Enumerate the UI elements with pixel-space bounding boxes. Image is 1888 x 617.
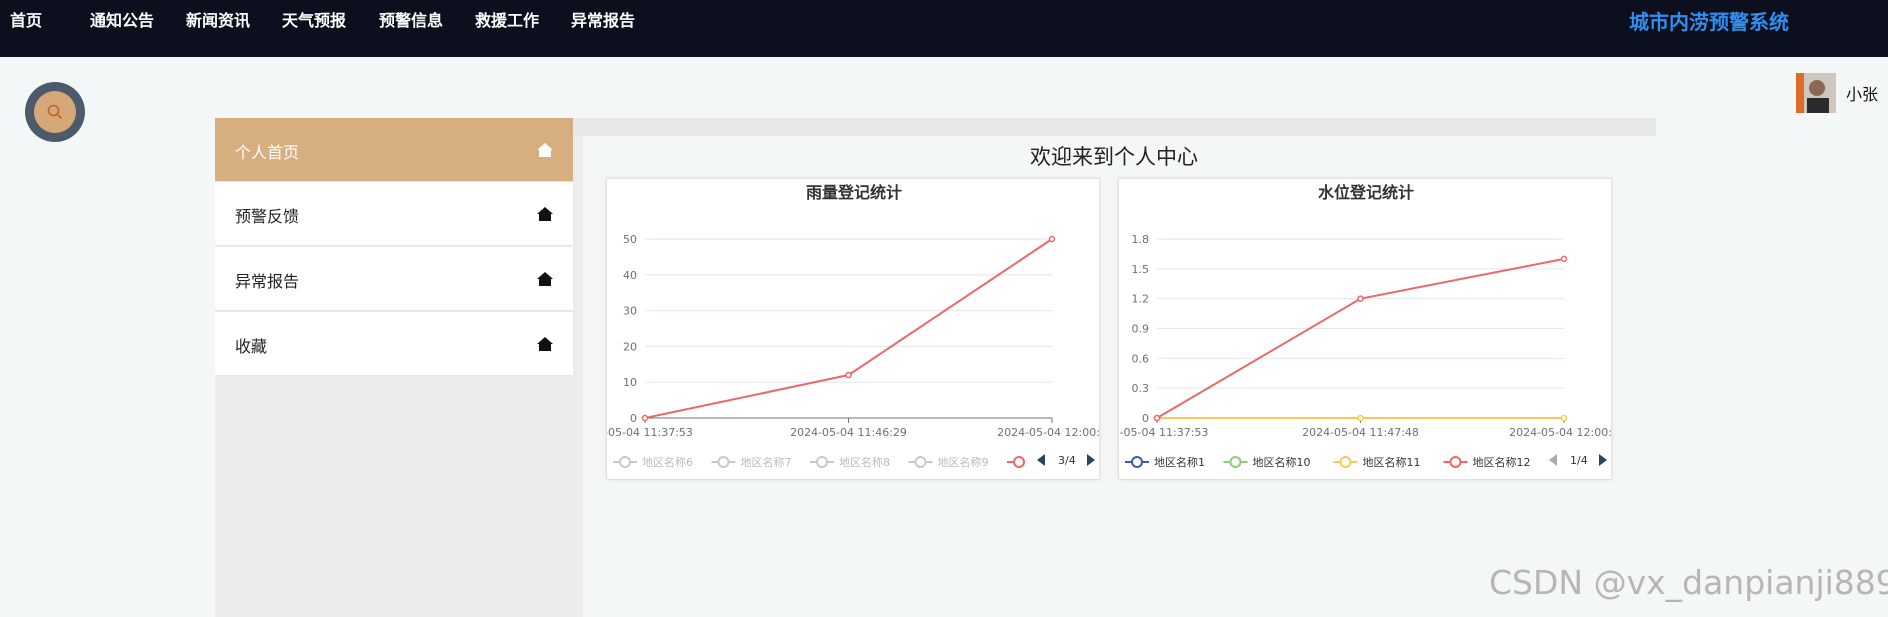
series-line: [644, 238, 1053, 419]
data-point: [641, 414, 649, 422]
chart-card-water-level: 水位登记统计 0 0.3 0.6 0.9 1.2 1.5 1.8 24-05-04 11:37:…: [1118, 178, 1612, 480]
sidebar-item-home[interactable]: 个人首页: [215, 118, 573, 182]
y-tick-label: 30: [623, 305, 637, 318]
y-tick-label: 0: [1142, 412, 1149, 425]
data-point: [1048, 235, 1056, 243]
y-tick-label: 1.8: [1132, 233, 1150, 246]
system-brand-title: 城市内涝预警系统: [1629, 10, 1789, 34]
y-tick-label: 0: [630, 412, 637, 425]
sidebar-item-label: 个人首页: [235, 143, 300, 162]
nav-news[interactable]: 新闻资讯: [186, 7, 250, 31]
avatar-image: [1796, 73, 1836, 113]
data-point: [1560, 255, 1568, 263]
y-tick-label: 1.5: [1132, 263, 1150, 276]
sidebar-item-reports[interactable]: 异常报告: [215, 247, 573, 311]
chart-title: 水位登记统计: [1318, 183, 1414, 202]
content-header-strip: [573, 118, 1656, 136]
search-button[interactable]: [25, 82, 85, 142]
sidebar-item-label: 收藏: [235, 337, 268, 356]
data-point: [1357, 295, 1364, 302]
legend-marker-icon: [1449, 456, 1462, 468]
x-tick-label: 2024-05-04 11:47:48: [1302, 426, 1419, 439]
watermark: CSDN @vx_danpianji889: [1489, 563, 1888, 602]
rainfall-chart: 雨量登记统计 0 10 20 30 40 50 4-05-04 11:37:53 2024-05…: [607, 183, 1100, 474]
y-tick-label: 0.6: [1132, 352, 1150, 365]
legend-marker-icon: [619, 456, 631, 468]
search-icon-bg: [34, 91, 76, 133]
chart-card-rainfall: 雨量登记统计 0 10 20 30 40 50 4-05-04 11:37:53 2024-05…: [606, 178, 1100, 480]
legend-page-indicator: 3/4: [1058, 454, 1076, 467]
data-point: [1153, 414, 1161, 422]
legend-marker-icon: [1229, 456, 1242, 468]
y-tick-label: 0.9: [1132, 323, 1150, 336]
home-icon: [537, 143, 553, 157]
x-tick-label: 4-05-04 11:37:53: [607, 426, 693, 439]
legend-marker-icon: [717, 456, 730, 468]
legend-item-label: 地区名称7: [741, 455, 792, 469]
content-divider: [573, 136, 583, 617]
y-tick-label: 50: [623, 233, 637, 246]
home-icon: [537, 272, 553, 286]
legend-item-label: 地区名称1: [1154, 455, 1205, 469]
x-tick-label: 2024-05-04 12:00:0: [997, 426, 1100, 439]
nav-rescue[interactable]: 救援工作: [475, 7, 539, 31]
data-point: [1560, 414, 1568, 422]
y-tick-label: 40: [623, 269, 637, 282]
legend-marker-icon: [1131, 456, 1143, 468]
home-icon: [537, 337, 553, 351]
water-level-chart: 水位登记统计 0 0.3 0.6 0.9 1.2 1.5 1.8 24-05-04 11:37:…: [1119, 183, 1612, 474]
legend-page-indicator: 1/4: [1570, 454, 1588, 467]
nav-notices[interactable]: 通知公告: [90, 7, 154, 31]
legend-marker-icon: [1013, 456, 1025, 468]
avatar[interactable]: [1796, 73, 1836, 113]
legend-marker-icon: [816, 456, 828, 468]
legend-marker-icon: [914, 456, 927, 468]
y-tick-label: 0.3: [1132, 382, 1150, 395]
x-tick-label: 24-05-04 11:37:53: [1119, 426, 1208, 439]
data-point: [845, 371, 852, 379]
legend-marker-icon: [1339, 456, 1352, 468]
x-tick-label: 2024-05-04 12:00:0: [1509, 426, 1612, 439]
nav-warnings[interactable]: 预警信息: [379, 7, 443, 31]
legend-item-label: 地区名称6: [642, 455, 693, 469]
nav-reports[interactable]: 异常报告: [571, 7, 635, 31]
search-icon: [47, 104, 63, 120]
page-title: 欢迎来到个人中心: [1030, 145, 1198, 169]
nav-home[interactable]: 首页: [10, 7, 42, 31]
nav-weather[interactable]: 天气预报: [282, 7, 346, 31]
home-icon: [537, 207, 553, 221]
y-tick-label: 20: [623, 340, 637, 353]
user-name[interactable]: 小张: [1846, 81, 1878, 105]
y-tick-label: 1.2: [1132, 293, 1150, 306]
sidebar-item-label: 预警反馈: [235, 207, 300, 226]
x-tick-label: 2024-05-04 11:46:29: [790, 426, 907, 439]
sidebar-item-favorites[interactable]: 收藏: [215, 312, 573, 376]
series-line: [1156, 257, 1565, 419]
legend-item-label: 地区名称11: [1363, 455, 1421, 469]
legend-item-label: 地区名称12: [1473, 455, 1531, 469]
legend-item-label: 地区名称8: [839, 455, 890, 469]
sidebar-item-label: 异常报告: [235, 272, 300, 291]
chart-title: 雨量登记统计: [806, 183, 902, 202]
y-tick-label: 10: [623, 376, 637, 389]
sidebar-item-feedback[interactable]: 预警反馈: [215, 182, 573, 246]
data-point: [1357, 414, 1364, 422]
legend-item-label: 地区名称9: [938, 455, 989, 469]
legend-item-label: 地区名称10: [1253, 455, 1311, 469]
top-navbar: 首页 通知公告 新闻资讯 天气预报 预警信息 救援工作 异常报告 城市内涝预警系…: [0, 0, 1888, 57]
